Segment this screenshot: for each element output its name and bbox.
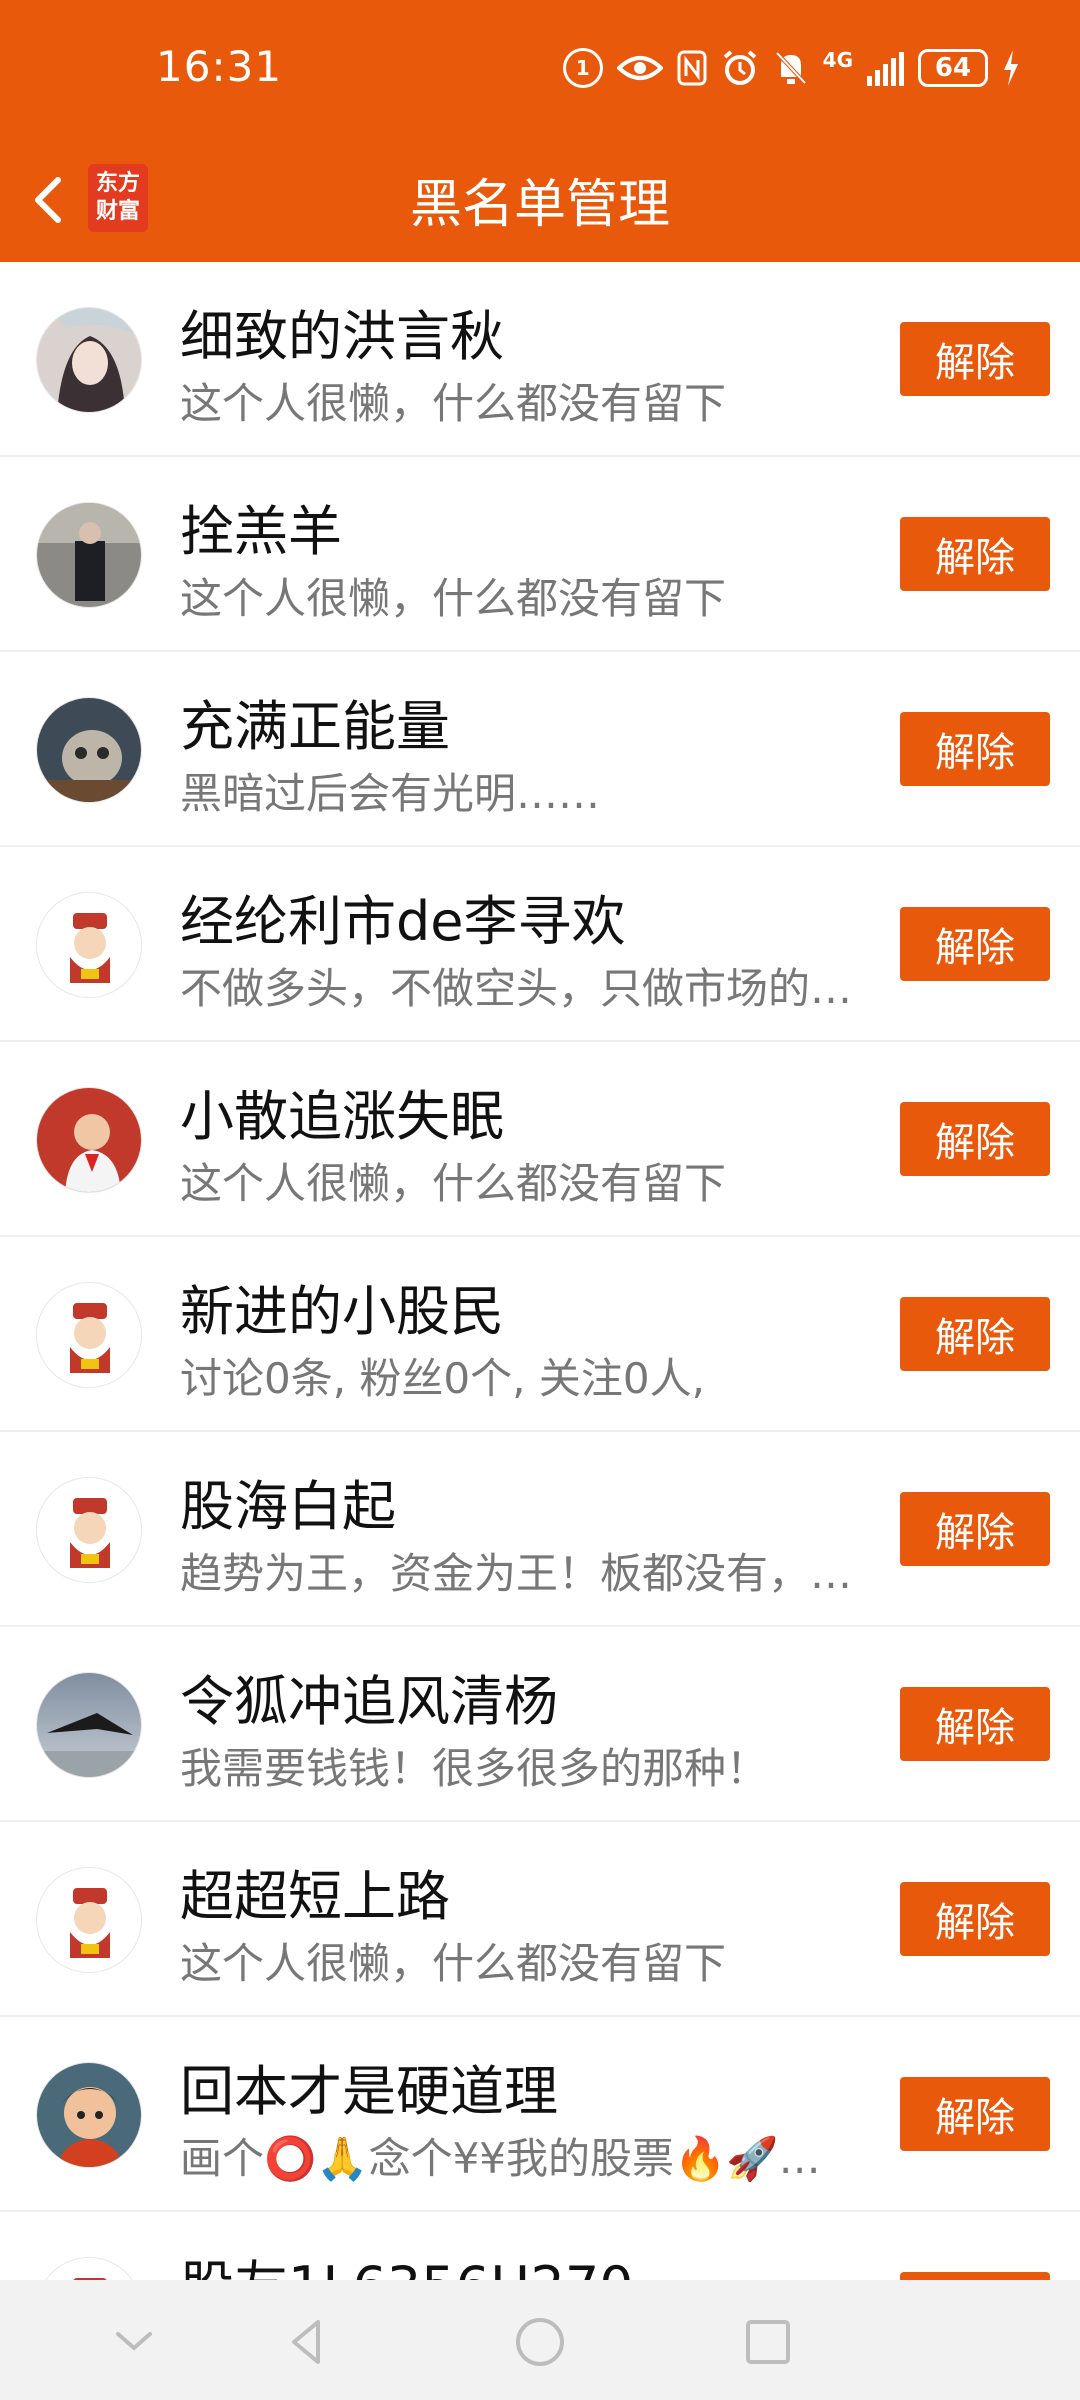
nfc-icon bbox=[677, 48, 707, 88]
avatar[interactable] bbox=[36, 1477, 142, 1583]
list-item: 超超短上路 这个人很懒，什么都没有留下 解除 bbox=[0, 1822, 1080, 2017]
list-item: 新进的小股民 讨论0条, 粉丝0个, 关注0人, 解除 bbox=[0, 1237, 1080, 1432]
avatar[interactable] bbox=[36, 502, 142, 608]
avatar[interactable] bbox=[36, 1087, 142, 1193]
blacklist: 细致的洪言秋 这个人很懒，什么都没有留下 解除 拴羔羊 这个人很懒，什么都没有留… bbox=[0, 262, 1080, 2400]
list-item: 细致的洪言秋 这个人很懒，什么都没有留下 解除 bbox=[0, 262, 1080, 457]
status-bar: 16:31 1 4G 64 bbox=[0, 0, 1080, 140]
list-item: 回本才是硬道理 画个⭕🙏念个¥¥我的股票🔥🚀… 解除 bbox=[0, 2017, 1080, 2212]
avatar[interactable] bbox=[36, 892, 142, 998]
user-name: 小散追涨失眠 bbox=[180, 1085, 504, 1148]
list-item: 令狐冲追风清杨 我需要钱钱！很多很多的那种！ 解除 bbox=[0, 1627, 1080, 1822]
user-name: 回本才是硬道理 bbox=[180, 2060, 558, 2123]
unblock-button[interactable]: 解除 bbox=[900, 1882, 1050, 1956]
battery-icon: 64 bbox=[918, 49, 988, 87]
unblock-button[interactable]: 解除 bbox=[900, 712, 1050, 786]
network-type: 4G bbox=[822, 48, 853, 72]
unblock-button[interactable]: 解除 bbox=[900, 322, 1050, 396]
user-bio: 趋势为王，资金为王！板都没有，… bbox=[180, 1549, 853, 1598]
list-item: 拴羔羊 这个人很懒，什么都没有留下 解除 bbox=[0, 457, 1080, 652]
list-item: 小散追涨失眠 这个人很懒，什么都没有留下 解除 bbox=[0, 1042, 1080, 1237]
unblock-button[interactable]: 解除 bbox=[900, 907, 1050, 981]
user-bio: 画个⭕🙏念个¥¥我的股票🔥🚀… bbox=[180, 2134, 821, 2183]
unblock-button[interactable]: 解除 bbox=[900, 1492, 1050, 1566]
avatar[interactable] bbox=[36, 2062, 142, 2168]
user-bio: 黑暗过后会有光明…… bbox=[180, 769, 601, 818]
unblock-button[interactable]: 解除 bbox=[900, 1102, 1050, 1176]
home-circle-icon[interactable] bbox=[510, 2312, 570, 2372]
app-header: 16:31 1 4G 64 东方 财富 黑名单管理 bbox=[0, 0, 1080, 262]
user-name: 经纶利市de李寻欢 bbox=[180, 890, 626, 953]
user-name: 令狐冲追风清杨 bbox=[180, 1670, 558, 1733]
user-bio: 这个人很懒，什么都没有留下 bbox=[180, 1159, 727, 1208]
user-bio: 不做多头，不做空头，只做市场的… bbox=[180, 964, 853, 1013]
system-nav-bar bbox=[0, 2280, 1080, 2400]
user-name: 股海白起 bbox=[180, 1475, 396, 1538]
avatar[interactable] bbox=[36, 1867, 142, 1973]
list-item: 充满正能量 黑暗过后会有光明…… 解除 bbox=[0, 652, 1080, 847]
user-name: 拴羔羊 bbox=[180, 500, 342, 563]
list-item: 经纶利市de李寻欢 不做多头，不做空头，只做市场的… 解除 bbox=[0, 847, 1080, 1042]
user-bio: 这个人很懒，什么都没有留下 bbox=[180, 1939, 727, 1988]
user-bio: 这个人很懒，什么都没有留下 bbox=[180, 574, 727, 623]
unblock-button[interactable]: 解除 bbox=[900, 1687, 1050, 1761]
list-item: 股海白起 趋势为王，资金为王！板都没有，… 解除 bbox=[0, 1432, 1080, 1627]
avatar[interactable] bbox=[36, 1282, 142, 1388]
alarm-icon bbox=[721, 48, 759, 88]
avatar[interactable] bbox=[36, 307, 142, 413]
user-name: 超超短上路 bbox=[180, 1865, 450, 1928]
chevron-down-icon[interactable] bbox=[104, 2312, 164, 2372]
status-time: 16:31 bbox=[156, 42, 283, 91]
avatar[interactable] bbox=[36, 697, 142, 803]
user-bio: 我需要钱钱！很多很多的那种！ bbox=[180, 1744, 769, 1793]
unblock-button[interactable]: 解除 bbox=[900, 2077, 1050, 2151]
page-title: 黑名单管理 bbox=[409, 175, 670, 235]
user-bio: 讨论0条, 粉丝0个, 关注0人, bbox=[180, 1354, 705, 1403]
status-icons: 1 4G 64 bbox=[562, 48, 1020, 88]
user-name: 新进的小股民 bbox=[180, 1280, 504, 1343]
recent-apps-icon[interactable] bbox=[738, 2312, 798, 2372]
back-triangle-icon[interactable] bbox=[278, 2312, 338, 2372]
user-bio: 这个人很懒，什么都没有留下 bbox=[180, 379, 727, 428]
user-name: 充满正能量 bbox=[180, 695, 450, 758]
charging-icon bbox=[1002, 48, 1020, 88]
nav-bar: 东方 财富 黑名单管理 bbox=[0, 140, 1080, 262]
avatar[interactable] bbox=[36, 1672, 142, 1778]
signal-icon bbox=[867, 50, 904, 86]
unblock-button[interactable]: 解除 bbox=[900, 517, 1050, 591]
user-name: 细致的洪言秋 bbox=[180, 305, 504, 368]
mute-bell-icon bbox=[773, 48, 809, 88]
unblock-button[interactable]: 解除 bbox=[900, 1297, 1050, 1371]
eye-icon bbox=[616, 48, 663, 88]
hd-call-icon: 1 bbox=[562, 48, 603, 88]
